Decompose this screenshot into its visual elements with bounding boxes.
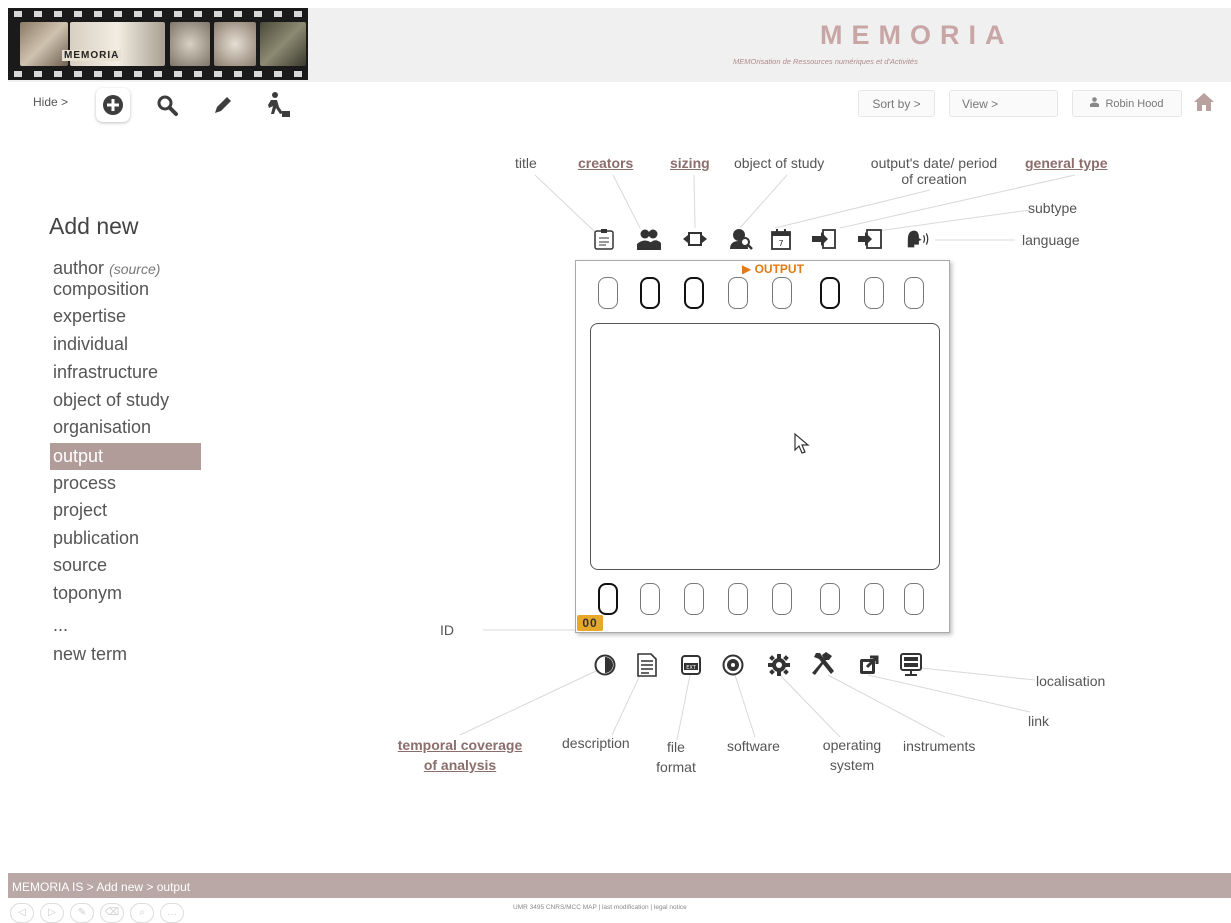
- title-icon[interactable]: [591, 226, 617, 252]
- film-hole: [820, 583, 840, 615]
- temporal-coverage-icon[interactable]: [592, 652, 618, 678]
- label-id: ID: [440, 622, 454, 638]
- film-hole: [598, 277, 618, 309]
- back-icon[interactable]: ◁: [10, 903, 34, 923]
- film-hole: [820, 277, 840, 309]
- label-title: title: [515, 155, 537, 171]
- label-software: software: [727, 738, 780, 754]
- output-content-area[interactable]: [590, 323, 940, 570]
- language-icon[interactable]: [905, 226, 931, 252]
- more-icon[interactable]: …: [160, 903, 184, 923]
- label-language: language: [1022, 232, 1080, 248]
- label-creators[interactable]: creators: [578, 155, 633, 171]
- label-temporal-coverage[interactable]: temporal coverage of analysis: [378, 735, 542, 775]
- operating-system-icon[interactable]: [766, 652, 792, 678]
- label-description: description: [562, 735, 630, 751]
- forward-icon[interactable]: ▷: [40, 903, 64, 923]
- object-of-study-icon[interactable]: [728, 226, 754, 252]
- breadcrumb[interactable]: MEMORIA IS > Add new > output: [12, 880, 190, 894]
- footer-bar: [8, 873, 1231, 898]
- film-hole: [772, 583, 792, 615]
- label-link: link: [1028, 713, 1050, 729]
- output-tag: ▶ OUTPUT: [742, 262, 804, 276]
- mouse-cursor-icon: [794, 432, 810, 454]
- label-instruments: instruments: [903, 738, 976, 754]
- label-subtype: subtype: [1028, 200, 1078, 216]
- sizing-icon[interactable]: [682, 226, 708, 252]
- subtype-icon[interactable]: [857, 226, 883, 252]
- instruments-icon[interactable]: [810, 650, 836, 676]
- film-hole: [864, 277, 884, 309]
- film-hole: [728, 277, 748, 309]
- film-hole: [772, 277, 792, 309]
- film-hole: [728, 583, 748, 615]
- svg-text:7: 7: [778, 239, 783, 248]
- label-sizing[interactable]: sizing: [670, 155, 710, 171]
- label-operating-system: operating system: [822, 737, 882, 773]
- localisation-icon[interactable]: [898, 652, 924, 678]
- search-icon[interactable]: ⌕: [130, 903, 154, 923]
- delete-icon[interactable]: ⌫: [100, 903, 124, 923]
- film-hole: [904, 583, 924, 615]
- general-type-icon[interactable]: [811, 226, 837, 252]
- creators-icon[interactable]: [636, 226, 662, 252]
- label-date-of-creation: output's date/ period of creation: [870, 155, 998, 187]
- edit-icon[interactable]: ✎: [70, 903, 94, 923]
- svg-text:EXT: EXT: [686, 665, 696, 671]
- software-icon[interactable]: [720, 652, 746, 678]
- film-hole: [640, 583, 660, 615]
- film-hole: [684, 583, 704, 615]
- film-hole: [684, 277, 704, 309]
- film-hole: [904, 277, 924, 309]
- film-hole: [864, 583, 884, 615]
- label-general-type[interactable]: general type: [1025, 155, 1107, 171]
- calendar-icon[interactable]: 7: [768, 226, 794, 252]
- file-format-icon[interactable]: EXT: [678, 652, 704, 678]
- footer-credits[interactable]: UMR 3495 CNRS/MCC MAP | last modificatio…: [513, 904, 687, 911]
- link-icon[interactable]: [856, 652, 882, 678]
- film-hole: [640, 277, 660, 309]
- description-icon[interactable]: [634, 652, 660, 678]
- label-file-format: file format: [656, 739, 696, 775]
- id-badge[interactable]: 00: [577, 615, 603, 631]
- film-hole: [598, 583, 618, 615]
- label-object-of-study: object of study: [734, 155, 825, 171]
- output-film-frame: [575, 260, 950, 633]
- label-localisation: localisation: [1036, 673, 1106, 689]
